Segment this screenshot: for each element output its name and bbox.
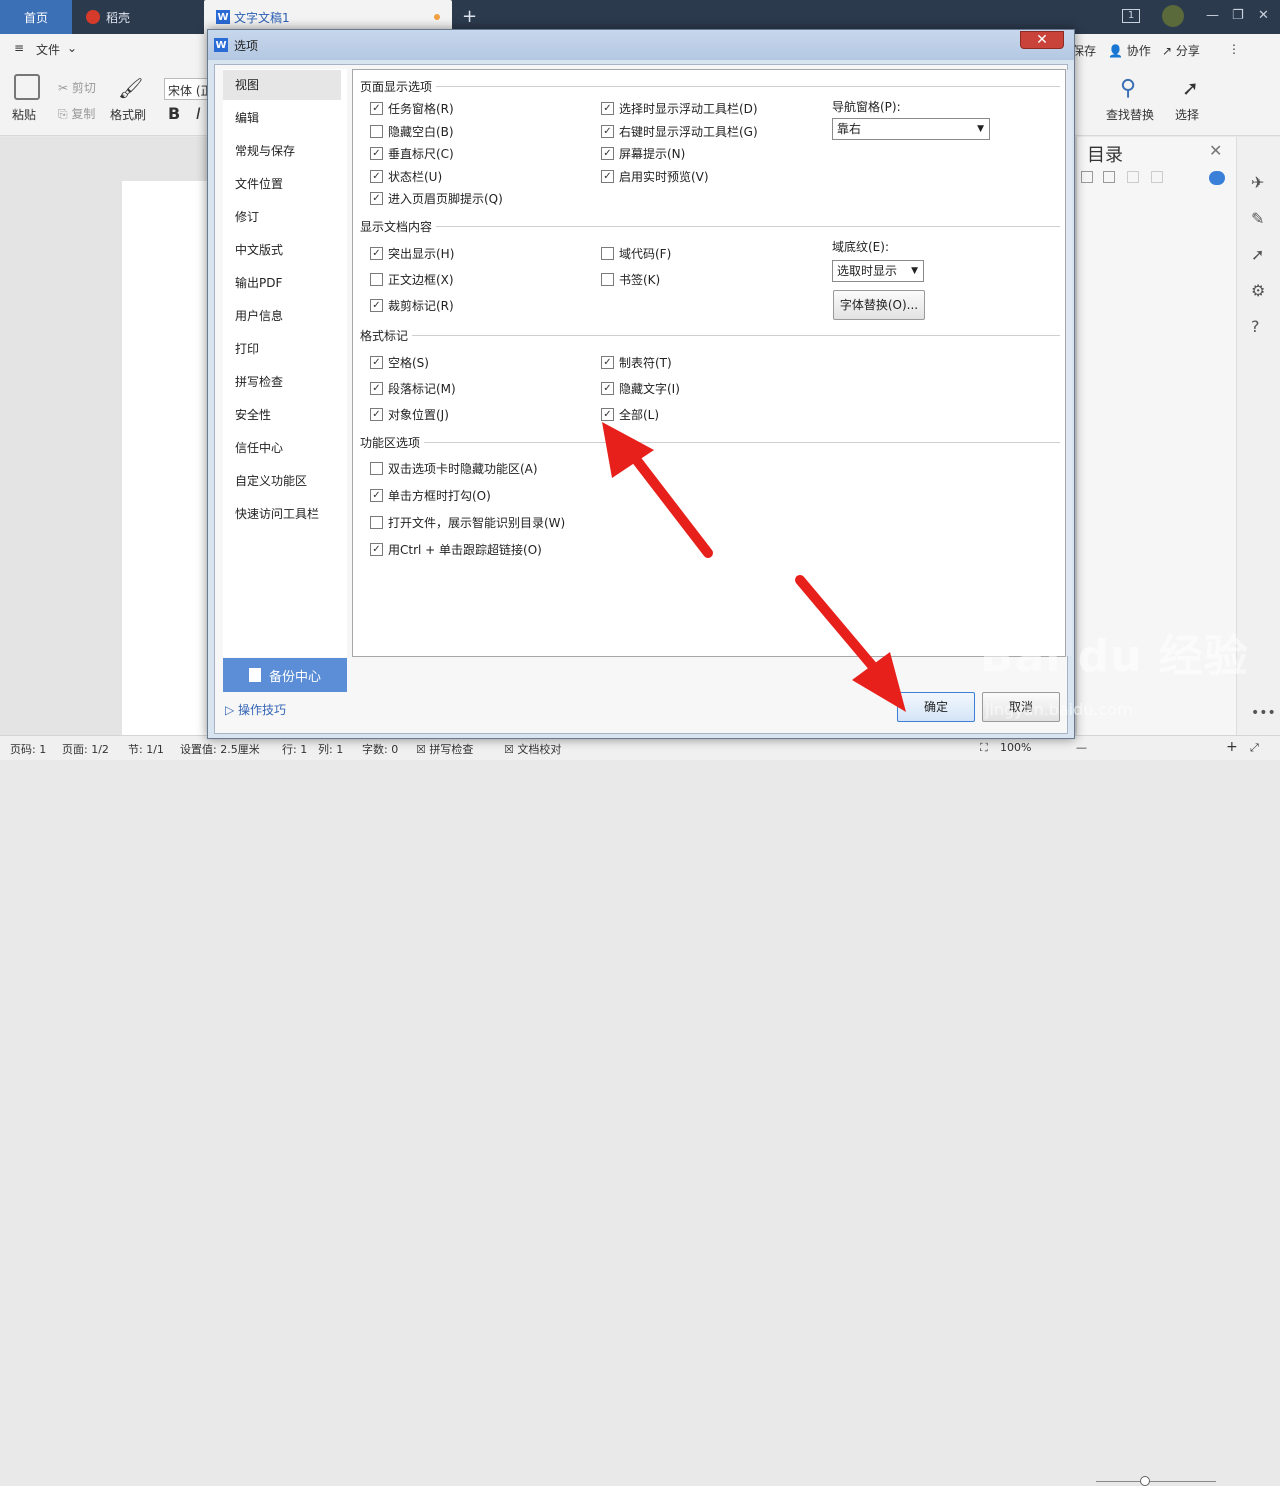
section-title: 格式标记 bbox=[360, 329, 413, 343]
section-title: 功能区选项 bbox=[360, 436, 425, 450]
baidu-watermark: Bai du 经验 bbox=[980, 631, 1249, 682]
arrow-to-ok bbox=[795, 575, 885, 680]
baidu-watermark-url: jingyan.baidu.com bbox=[985, 700, 1133, 719]
section-title: 页面显示选项 bbox=[360, 80, 437, 94]
arrow-to-all bbox=[620, 440, 713, 558]
zoom-slider-handle[interactable] bbox=[1140, 1476, 1150, 1486]
arrow-head bbox=[852, 652, 906, 712]
section-title: 显示文档内容 bbox=[360, 220, 437, 234]
zoom-slider[interactable] bbox=[1096, 1481, 1216, 1482]
